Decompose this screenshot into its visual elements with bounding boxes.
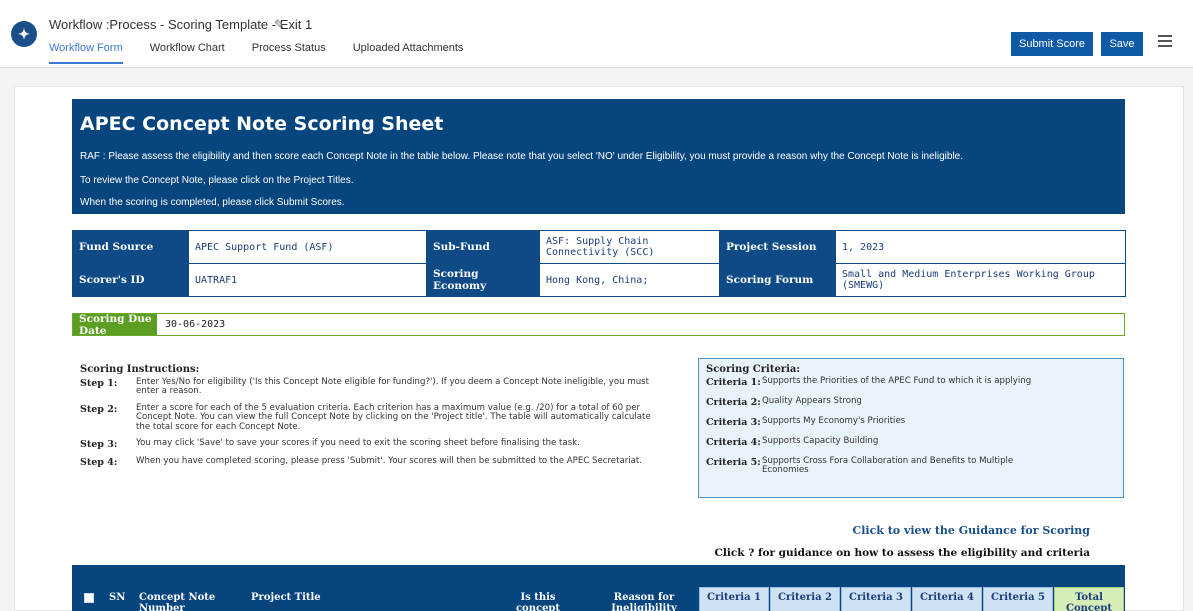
fund-source-value: APEC Support Fund (ASF) xyxy=(188,230,427,264)
col-sn: SN xyxy=(109,592,126,603)
tab-uploaded-attachments[interactable]: Uploaded Attachments xyxy=(353,40,464,64)
col-criteria-5: Criteria 5 xyxy=(983,587,1053,611)
criteria-key: Criteria 5: xyxy=(706,457,761,468)
criteria-item: Criteria 3: Supports My Economy's Priori… xyxy=(706,416,1116,428)
tab-workflow-form[interactable]: Workflow Form xyxy=(49,40,123,64)
list-menu-icon[interactable] xyxy=(1158,35,1172,50)
project-session-label: Project Session xyxy=(719,230,836,264)
scoring-instructions: Scoring Instructions: Step 1: Enter Yes/… xyxy=(80,364,680,475)
step-text: Enter Yes/No for eligibility ('Is this C… xyxy=(136,377,649,397)
step-key: Step 1: xyxy=(80,378,118,389)
scoring-forum-value: Small and Medium Enterprises Working Gro… xyxy=(835,263,1126,297)
step-key: Step 3: xyxy=(80,439,118,451)
due-date-value: 30-06-2023 xyxy=(165,319,226,330)
col-reason-ineligibility: Reason for Ineligibility xyxy=(611,592,677,611)
scoring-forum-label: Scoring Forum xyxy=(719,263,836,297)
scorer-id-label: Scorer's ID xyxy=(72,263,189,297)
guidance-note: Click ? for guidance on how to assess th… xyxy=(714,547,1091,559)
criteria-text: Supports the Priorities of the APEC Fund… xyxy=(762,376,1032,386)
app-logo-icon[interactable]: ✦ xyxy=(11,21,37,47)
col-criteria-2: Criteria 2 xyxy=(770,587,840,611)
step-text: When you have completed scoring, please … xyxy=(136,456,643,467)
workflow-title: Workflow :Process - Scoring Template - E… xyxy=(49,17,313,32)
step-key: Step 4: xyxy=(80,457,118,469)
banner-instruction-2: To review the Concept Note, please click… xyxy=(80,175,354,186)
scoring-economy-label: Scoring Economy xyxy=(426,263,540,297)
col-criteria-3: Criteria 3 xyxy=(841,587,911,611)
col-total-concept: Total Concept xyxy=(1054,587,1124,611)
col-eligibility: Is this concept xyxy=(515,592,561,611)
page-title: APEC Concept Note Scoring Sheet xyxy=(80,113,444,135)
scoring-criteria-box: Scoring Criteria: Criteria 1: Supports t… xyxy=(698,358,1124,498)
step-key: Step 2: xyxy=(80,403,118,415)
submit-score-button[interactable]: Submit Score xyxy=(1011,32,1093,56)
edit-pencil-icon[interactable]: ✎ xyxy=(274,17,285,33)
step-text: Enter a score for each of the 5 evaluati… xyxy=(136,402,651,432)
instruction-step: Step 2: Enter a score for each of the 5 … xyxy=(80,402,680,432)
scoring-economy-value: Hong Kong, China; xyxy=(539,263,720,297)
instruction-step: Step 4: When you have completed scoring,… xyxy=(80,456,680,469)
sub-fund-value: ASF: Supply Chain Connectivity (SCC) xyxy=(539,230,720,264)
banner-instruction-3: When the scoring is completed, please cl… xyxy=(80,197,345,208)
criteria-text: Quality Appears Strong xyxy=(762,396,862,406)
guidance-link[interactable]: Click to view the Guidance for Scoring xyxy=(852,524,1090,537)
score-table-header: SN Concept Note Number Project Title Is … xyxy=(72,565,1125,611)
fund-info-table: Fund Source APEC Support Fund (ASF) Sub-… xyxy=(72,230,1126,297)
col-criteria-1: Criteria 1 xyxy=(699,587,769,611)
criteria-key: Criteria 3: xyxy=(706,417,761,428)
criteria-item: Criteria 4: Supports Capacity Building xyxy=(706,436,1116,448)
col-criteria-4: Criteria 4 xyxy=(912,587,982,611)
criteria-item: Criteria 1: Supports the Priorities of t… xyxy=(706,376,1116,388)
scoring-sheet-banner: APEC Concept Note Scoring Sheet RAF : Pl… xyxy=(72,99,1125,214)
criteria-key: Criteria 1: xyxy=(706,377,761,388)
app-header: ✦ Workflow :Process - Scoring Template -… xyxy=(0,0,1193,68)
criteria-title: Scoring Criteria: xyxy=(706,364,801,375)
instruction-step: Step 1: Enter Yes/No for eligibility ('I… xyxy=(80,377,680,397)
criteria-key: Criteria 4: xyxy=(706,437,761,448)
instruction-step: Step 3: You may click 'Save' to save you… xyxy=(80,438,680,451)
criteria-item: Criteria 2: Quality Appears Strong xyxy=(706,396,1116,408)
tab-workflow-chart[interactable]: Workflow Chart xyxy=(150,40,225,64)
col-concept-note-number: Concept Note Number xyxy=(139,592,216,611)
save-button[interactable]: Save xyxy=(1101,32,1143,56)
criteria-text: Supports Capacity Building xyxy=(762,436,879,446)
banner-instruction-1: RAF : Please assess the eligibility and … xyxy=(80,151,964,162)
workflow-tabs: Workflow Form Workflow Chart Process Sta… xyxy=(49,40,490,64)
criteria-text: Supports Cross Fora Collaboration and Be… xyxy=(762,456,1014,476)
criteria-item: Criteria 5: Supports Cross Fora Collabor… xyxy=(706,456,1116,476)
scorer-id-value: UATRAF1 xyxy=(188,263,427,297)
sub-fund-label: Sub-Fund xyxy=(426,230,540,264)
criteria-text: Supports My Economy's Priorities xyxy=(762,416,906,426)
col-project-title: Project Title xyxy=(251,592,321,603)
fund-source-label: Fund Source xyxy=(72,230,189,264)
due-date-label: Scoring Due Date xyxy=(73,313,157,337)
step-text: You may click 'Save' to save your scores… xyxy=(136,438,580,449)
tab-process-status[interactable]: Process Status xyxy=(252,40,326,64)
scoring-due-date: Scoring Due Date 30-06-2023 xyxy=(72,313,1125,337)
instructions-title: Scoring Instructions: xyxy=(80,364,200,375)
criteria-key: Criteria 2: xyxy=(706,397,761,408)
project-session-value: 1, 2023 xyxy=(835,230,1126,264)
select-all-checkbox[interactable] xyxy=(84,593,94,603)
